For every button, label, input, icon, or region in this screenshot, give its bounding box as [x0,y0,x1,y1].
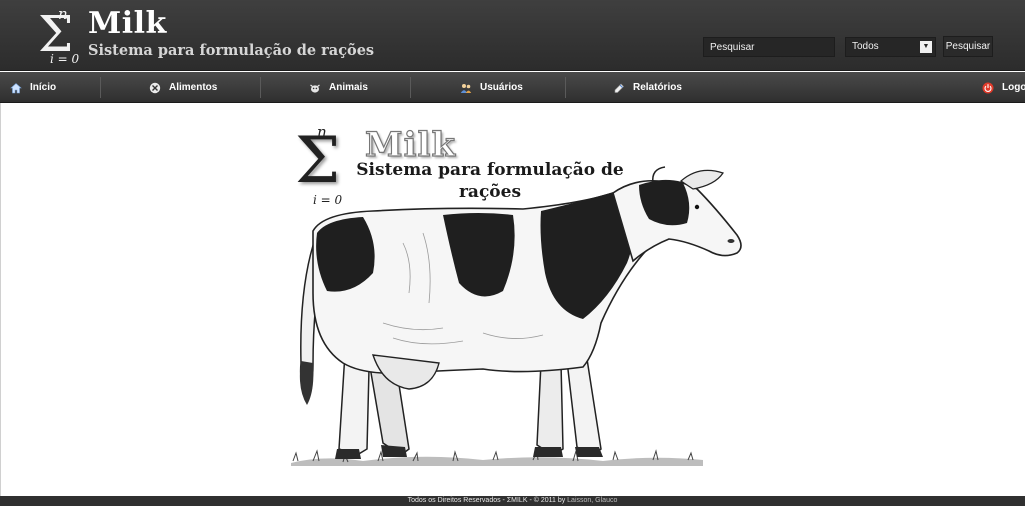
chevron-down-icon[interactable]: ▼ [920,41,932,53]
footer-authors-link[interactable]: Laisson, Glauco [567,497,617,504]
logo-sigma-lower: i = 0 [50,52,80,66]
footer-copyright: Todos os Direitos Reservados - ΣMILK - ©… [407,497,568,504]
app-logo[interactable]: n Σ i = 0 Milk Sistema para formulação d… [36,5,374,68]
home-icon [10,82,22,94]
nav-item-inicio[interactable]: Início [10,72,56,103]
nav-divider [260,77,261,98]
nav-item-label: Início [30,82,57,93]
hero-sigma-lower: i = 0 [313,193,343,207]
nav-item-alimentos[interactable]: Alimentos [149,72,217,103]
nav-item-usuarios[interactable]: Usuários [460,72,523,103]
nav-divider [565,77,566,98]
hero-brand: Milk [364,125,457,165]
nav-item-label: Alimentos [169,82,218,93]
hero-illustration: n Σ i = 0 Milk Sistema para formulação d… [283,123,753,473]
hero-sigma-icon: Σ [295,124,341,198]
main-nav: Início Alimentos Animais Usuários Relató… [0,72,1025,103]
search-filter-select[interactable]: Todos ▼ [845,37,936,57]
hero-tagline: Sistema para formulação de rações [356,160,624,202]
nav-item-label: Relatórios [633,82,682,93]
power-icon [982,82,994,94]
food-icon [149,82,161,94]
search-button[interactable]: Pesquisar [943,36,993,57]
search-filter-value: Todos [852,41,879,52]
nav-item-label: Usuários [480,82,523,93]
nav-item-label: Logout [1002,82,1025,93]
main-content: n Σ i = 0 Milk Sistema para formulação d… [0,103,1025,496]
page-footer: Todos os Direitos Reservados - ΣMILK - ©… [0,496,1025,506]
nav-divider [410,77,411,98]
report-icon [613,82,625,94]
logo-tagline: Sistema para formulação de rações [88,42,375,59]
logo-brand: Milk [88,6,167,41]
nav-item-label: Animais [329,82,368,93]
nav-item-animais[interactable]: Animais [309,72,368,103]
nav-item-logout[interactable]: Logout [982,72,1025,103]
users-icon [460,82,472,94]
nav-item-relatorios[interactable]: Relatórios [613,72,682,103]
nav-divider [100,77,101,98]
search-input[interactable] [703,37,835,57]
app-header: n Σ i = 0 Milk Sistema para formulação d… [0,0,1025,71]
cow-icon [309,82,321,94]
